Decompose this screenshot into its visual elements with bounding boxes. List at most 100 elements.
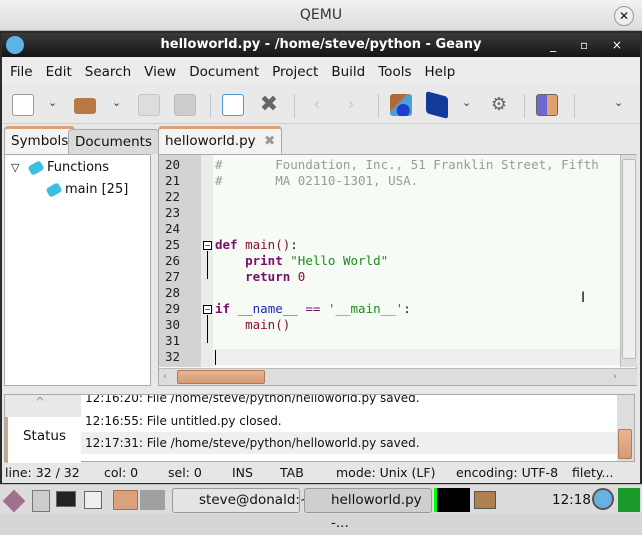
line-number: 21	[165, 173, 181, 188]
show-desktop-icon[interactable]	[84, 491, 102, 509]
text-caret	[215, 350, 216, 365]
start-menu-icon[interactable]	[2, 489, 26, 513]
status-filetype: filety...	[572, 465, 614, 480]
execute-gears-icon[interactable]: ⚙	[488, 94, 510, 116]
fold-toggle-icon[interactable]: −	[203, 241, 212, 250]
tree-group-functions[interactable]: Functions	[47, 160, 109, 175]
line-number: 30	[165, 317, 181, 332]
save-icon[interactable]	[138, 94, 160, 116]
ibeam-cursor-icon: I	[581, 290, 586, 306]
code-line[interactable]: # MA 02110-1301, USA.	[215, 173, 418, 188]
code-line[interactable]: return 0	[215, 269, 305, 284]
tab-close-icon[interactable]: ✖	[264, 133, 275, 149]
scroll-left-icon[interactable]: ‹	[163, 371, 167, 382]
build-icon[interactable]	[426, 91, 448, 119]
terminal-icon[interactable]	[56, 491, 76, 507]
toolbar-overflow-icon[interactable]: ⌄	[614, 96, 623, 109]
toolbar-separator	[378, 94, 379, 118]
lock-screen-icon[interactable]	[592, 488, 614, 510]
code-line[interactable]: # Foundation, Inc., 51 Franklin Street, …	[215, 157, 599, 172]
horizontal-scrollbar[interactable]: ‹ ›	[159, 368, 637, 385]
line-number: 31	[165, 333, 181, 348]
tab-status[interactable]: Status	[5, 417, 81, 463]
navigate-back-icon[interactable]: ‹	[306, 94, 328, 116]
line-number: 28	[165, 285, 181, 300]
fold-line	[207, 251, 208, 279]
open-file-icon[interactable]	[74, 98, 96, 114]
clock[interactable]: 12:18	[552, 492, 591, 508]
menu-document[interactable]: Document	[189, 64, 259, 80]
network-icon[interactable]	[474, 491, 496, 509]
navigate-forward-icon[interactable]: ›	[340, 94, 362, 116]
line-number: 32	[165, 349, 181, 364]
menu-bar: File Edit Search View Document Project B…	[2, 58, 640, 85]
toolbar-separator	[524, 94, 525, 118]
build-dropdown-icon[interactable]: ⌄	[462, 96, 471, 109]
task-terminal[interactable]: steve@donald:~	[172, 488, 311, 513]
line-number: 25	[165, 237, 181, 252]
message-row: 12:17:31: File /home/steve/python/hellow…	[81, 432, 617, 454]
task-geany[interactable]: helloworld.py -...	[304, 488, 432, 531]
menu-file[interactable]: File	[10, 64, 33, 80]
panel-up-icon[interactable]: ^	[35, 395, 45, 409]
menu-build[interactable]: Build	[331, 64, 365, 80]
status-ins: INS	[232, 465, 253, 480]
task-label: helloworld.py -...	[331, 492, 422, 531]
code-line[interactable]: print "Hello World"	[215, 253, 388, 268]
message-row: 12:16:55: File untitled.py closed.	[81, 410, 617, 432]
file-manager-icon[interactable]	[32, 490, 50, 512]
vertical-scrollbar[interactable]	[620, 155, 637, 367]
menu-search[interactable]: Search	[85, 64, 131, 80]
cpu-monitor	[434, 488, 470, 512]
status-bar: line: 32 / 32 col: 0 sel: 0 INS TAB mode…	[2, 463, 640, 483]
scroll-thumb[interactable]	[622, 159, 636, 359]
save-all-icon[interactable]	[174, 94, 196, 116]
status-eol-mode: mode: Unix (LF)	[336, 465, 436, 480]
fold-toggle-icon[interactable]: −	[203, 305, 212, 314]
tree-item-main[interactable]: main [25]	[65, 182, 128, 197]
scroll-thumb[interactable]	[618, 429, 632, 459]
code-editor[interactable]: 20 # Foundation, Inc., 51 Franklin Street…	[158, 154, 637, 386]
menu-edit[interactable]: Edit	[46, 64, 72, 80]
code-line[interactable]: def main():	[215, 237, 298, 252]
menu-tools[interactable]: Tools	[378, 64, 411, 80]
color-chooser-icon[interactable]	[536, 94, 558, 116]
window-title: helloworld.py - /home/steve/python - Gea…	[2, 33, 640, 57]
status-messages: 12:16:20: File /home/steve/python/hellow…	[81, 395, 617, 461]
toolbar-separator	[210, 94, 211, 118]
code-line[interactable]: if __name__ == '__main__':	[215, 301, 411, 316]
message-row: 12:16:20: File /home/steve/python/hellow…	[85, 395, 420, 405]
window-controls[interactable]: _ ▫ ×	[550, 33, 632, 57]
scroll-right-icon[interactable]: ›	[613, 371, 617, 382]
new-file-icon[interactable]	[12, 94, 34, 116]
new-dropdown-icon[interactable]: ⌄	[48, 96, 57, 109]
code-line[interactable]: main()	[215, 317, 290, 332]
expander-icon[interactable]: ▽	[11, 161, 19, 174]
toolbar-separator	[294, 94, 295, 118]
geany-app-icon[interactable]	[6, 36, 24, 54]
tab-documents[interactable]: Documents	[68, 129, 159, 154]
symbols-tree: ▽ Functions main [25]	[4, 154, 151, 386]
workspace-2[interactable]	[140, 490, 165, 510]
line-number: 20	[165, 157, 181, 172]
message-panel: ^ Status 12:16:20: File /home/steve/pyth…	[4, 394, 635, 463]
current-line-highlight	[213, 349, 635, 365]
scroll-thumb[interactable]	[177, 370, 265, 384]
close-icon[interactable]: ✖	[258, 94, 280, 116]
open-dropdown-icon[interactable]: ⌄	[112, 96, 121, 109]
qemu-close-button[interactable]: ✕	[614, 6, 634, 26]
editor-tab-helloworld[interactable]: helloworld.py ✖	[158, 126, 283, 155]
menu-view[interactable]: View	[144, 64, 176, 80]
menu-project[interactable]: Project	[272, 64, 318, 80]
messages-scrollbar[interactable]	[617, 395, 634, 461]
line-number: 29	[165, 301, 181, 316]
tab-symbols[interactable]: Symbols	[4, 126, 76, 154]
line-number: 24	[165, 221, 181, 236]
reload-icon[interactable]	[222, 94, 244, 116]
workspace-1[interactable]	[113, 490, 138, 510]
logout-icon[interactable]	[618, 488, 640, 512]
line-number: 23	[165, 205, 181, 220]
compile-icon[interactable]	[390, 94, 412, 116]
menu-help[interactable]: Help	[425, 64, 456, 80]
status-line: line: 32 / 32	[5, 465, 80, 480]
